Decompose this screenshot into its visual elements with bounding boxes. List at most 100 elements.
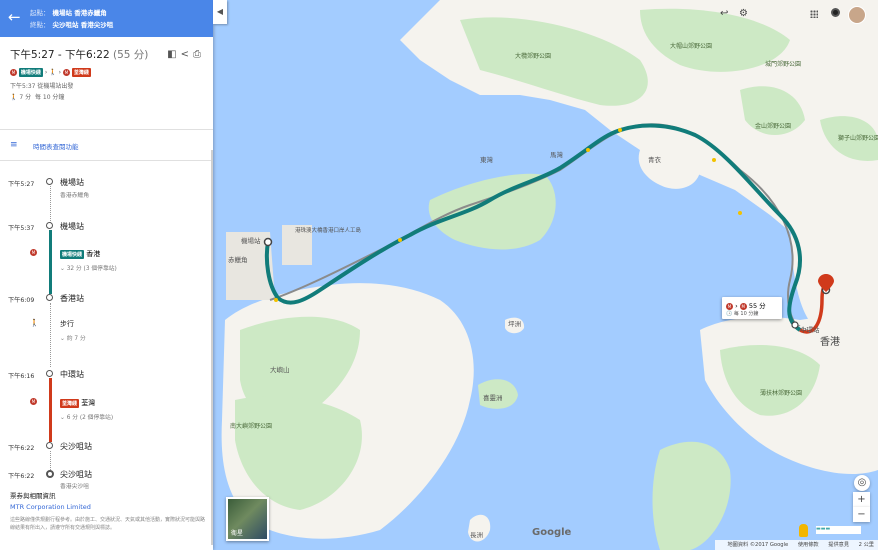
walk-frequency: 🚶 7 分 每 10 分鐘 xyxy=(10,94,65,101)
map-label: 大欖郊野公園 xyxy=(515,52,551,60)
summary-actions: ◧<⎙ xyxy=(167,49,205,60)
station-dot-icon xyxy=(274,298,278,302)
aex-detail[interactable]: ⌄ 32 分 (3 個停靠站) xyxy=(60,263,117,272)
print-icon[interactable]: ⎙ xyxy=(193,49,205,60)
step-time: 下午6:22 xyxy=(8,445,35,452)
station-dot-icon xyxy=(618,128,622,132)
share-icon[interactable]: < xyxy=(181,49,193,60)
destination-line[interactable]: 終點： 尖沙咀站 香港尖沙咀 xyxy=(30,19,113,29)
mtr-icon: M xyxy=(30,397,37,405)
settings-icon[interactable]: ⚙ xyxy=(739,8,748,19)
my-location-icon[interactable]: ◎ xyxy=(854,475,870,491)
station-dot-icon xyxy=(586,148,590,152)
map-label: 大嶼山 xyxy=(270,365,290,374)
map-label: 南大嶼郊野公園 xyxy=(230,422,272,430)
mtr-icon: M xyxy=(30,248,37,256)
terms-link[interactable]: 使用條款 xyxy=(798,542,819,548)
step-time: 下午6:16 xyxy=(8,373,35,380)
send-to-phone-icon[interactable]: ◧ xyxy=(167,49,180,60)
mtr-icon: M xyxy=(10,69,17,76)
street-view-pegman-icon[interactable] xyxy=(799,524,808,537)
destination-circle-icon xyxy=(46,470,54,478)
origin-marker-icon[interactable] xyxy=(263,237,273,247)
schedule-link[interactable]: 時間表查閱功能 xyxy=(33,141,79,151)
copyright: 地圖資料 ©2017 Google xyxy=(727,542,789,548)
apps-grid-icon[interactable] xyxy=(810,10,818,18)
step-stop[interactable]: 中環站 xyxy=(60,369,84,380)
avatar[interactable] xyxy=(848,6,866,24)
directions-panel: ← 起點： 機場站 香港赤鱲角 終點： 尖沙咀站 香港尖沙咀 下午5:27 - 下午… xyxy=(0,0,213,550)
undo-icon[interactable]: ↩ xyxy=(720,8,728,19)
airport-express-line xyxy=(48,230,52,294)
schedule-icon: ≡ xyxy=(10,140,18,150)
stop-circle-icon xyxy=(46,178,53,185)
map-label: 馬灣 xyxy=(550,150,564,159)
satellite-toggle[interactable]: 衛星 xyxy=(226,497,269,541)
stop-circle-icon xyxy=(46,294,53,301)
route-steps: 下午5:27 機場站 香港赤鱲角 下午5:37 機場站 M 機場快綫 香港 ⌄ … xyxy=(0,161,213,490)
tw-leg[interactable]: 荃灣綫 荃灣 xyxy=(60,398,95,408)
scrollbar[interactable] xyxy=(211,150,213,545)
walk-dashes xyxy=(49,451,51,470)
map-label-hong-kong: 香港 xyxy=(820,336,840,348)
map-label: 青衣 xyxy=(648,155,662,164)
step-stop[interactable]: 機場站 xyxy=(60,221,84,232)
station-dot-icon xyxy=(398,238,402,242)
step-time: 下午6:22 xyxy=(8,473,35,480)
map-canvas[interactable]: 大欖郊野公園 大帽山郊野公園 城門郊野公園 金山郊野公園 獅子山郊野公園 南大嶼… xyxy=(213,0,878,550)
agency-link[interactable]: MTR Corporation Limited xyxy=(10,503,205,511)
zoom-in-button[interactable]: + xyxy=(853,492,870,507)
step-stop[interactable]: 尖沙咀站 xyxy=(60,441,92,452)
step-stop[interactable]: 機場站 xyxy=(60,177,84,188)
stop-circle-icon xyxy=(46,370,53,377)
scale-bar: 2 公里 xyxy=(858,542,874,548)
airport-express-badge: 機場快綫 xyxy=(18,68,43,77)
aex-leg[interactable]: 機場快綫 香港 xyxy=(60,249,100,259)
map-label: 東灣 xyxy=(480,155,494,164)
step-time: 下午6:09 xyxy=(8,297,35,304)
map-label: 城門郊野公園 xyxy=(765,60,801,68)
layer-thumbnails[interactable]: ▬▬▬ xyxy=(816,526,861,534)
step-time: 下午5:37 xyxy=(8,225,35,232)
map-label: 獅子山郊野公園 xyxy=(838,134,878,142)
route-popup[interactable]: M › M 55 分 🕓 每 10 分鐘 xyxy=(722,297,782,319)
departure-note: 下午5:37 從機場站出發 xyxy=(10,83,74,90)
station-dot-icon xyxy=(712,158,716,162)
route-summary: 下午5:27 - 下午6:22 (55 分) ◧<⎙ M 機場快綫 › 🚶 › … xyxy=(0,37,213,129)
destination-value: 尖沙咀站 香港尖沙咀 xyxy=(52,21,114,29)
disclaimer: 這些路線僅供規劃行程參考。由於施工、交通狀況、天氣或其他活動，實際狀況可能與路線… xyxy=(10,517,206,531)
walk-dashes xyxy=(49,303,51,367)
map-label: 喜靈洲 xyxy=(483,393,503,402)
stop-circle-icon xyxy=(46,222,53,229)
map-label: 坪洲 xyxy=(508,320,521,328)
map-footer: 地圖資料 ©2017 Google 使用條款 提供意見 2 公里 xyxy=(715,540,878,550)
station-marker-icon[interactable] xyxy=(791,321,799,329)
kowloon xyxy=(790,194,878,325)
directions-header: ← 起點： 機場站 香港赤鱲角 終點： 尖沙咀站 香港尖沙咀 xyxy=(0,0,213,37)
map-label: 港珠澳大橋香港口岸人工島 xyxy=(295,226,362,234)
back-arrow-icon[interactable]: ← xyxy=(8,8,21,26)
origin-value: 機場站 香港赤鱲角 xyxy=(52,9,107,17)
map-label: 薄扶林郊野公園 xyxy=(760,389,802,397)
collapse-panel-button[interactable]: ◀ xyxy=(213,0,227,24)
mtr-icon: M xyxy=(62,69,70,76)
notifications-icon[interactable] xyxy=(831,8,840,17)
walk-title[interactable]: 步行 xyxy=(60,319,74,329)
zoom-out-button[interactable]: − xyxy=(853,507,870,522)
route-chain: M 機場快綫 › 🚶 › M 荃灣綫 xyxy=(10,68,91,77)
walk-detail[interactable]: ⌄ 約 7 分 xyxy=(60,333,86,342)
step-sub: 香港赤鱲角 xyxy=(60,193,89,199)
walk-icon: 🚶 xyxy=(49,69,57,76)
step-sub: 香港尖沙咀 xyxy=(60,484,89,490)
map-label: 赤鱲角 xyxy=(228,255,248,264)
step-time: 下午5:27 xyxy=(8,181,35,188)
tw-detail[interactable]: ⌄ 6 分 (2 個停靠站) xyxy=(60,412,113,421)
feedback-link[interactable]: 提供意見 xyxy=(828,542,849,548)
walk-small-icon: 🚶 xyxy=(10,94,18,101)
schedule-explorer[interactable]: ≡ 時間表查閱功能 xyxy=(0,129,213,161)
step-stop[interactable]: 香港站 xyxy=(60,293,84,304)
origin-line[interactable]: 起點： 機場站 香港赤鱲角 xyxy=(30,7,107,17)
stop-circle-icon xyxy=(46,442,53,449)
map-label: 機場站 xyxy=(241,236,261,245)
step-stop[interactable]: 尖沙咀站 xyxy=(60,469,92,480)
